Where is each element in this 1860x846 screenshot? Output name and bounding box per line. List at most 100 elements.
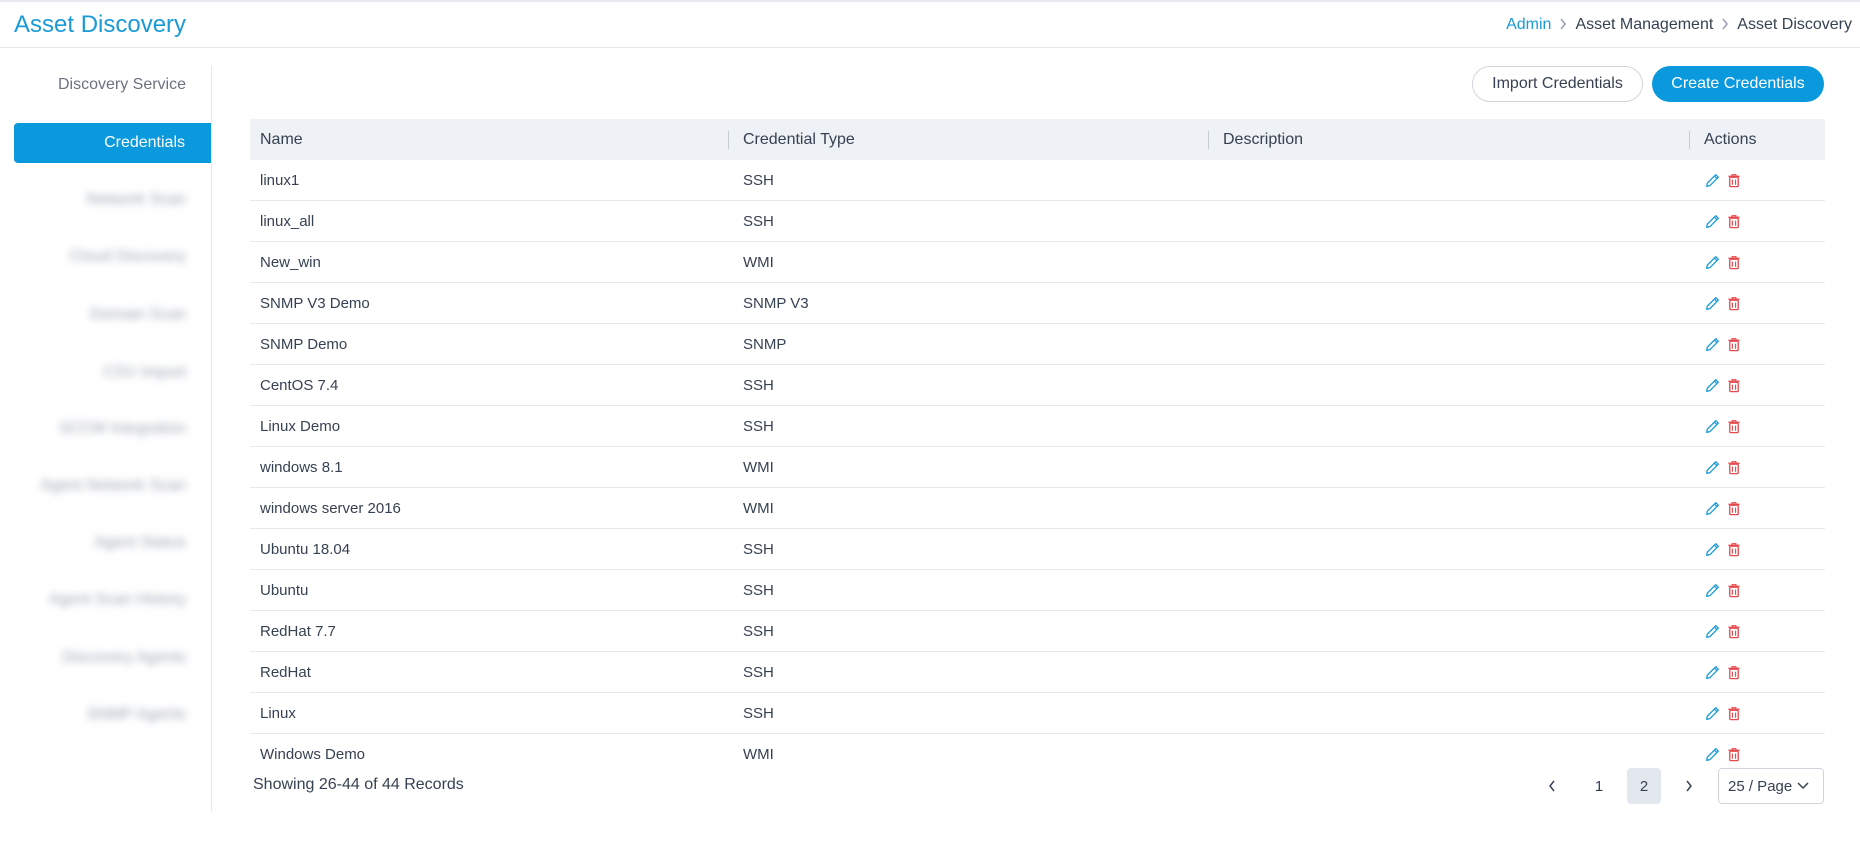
page-title: Asset Discovery	[14, 11, 187, 38]
cell-actions	[1690, 663, 1825, 681]
cell-name[interactable]: SNMP V3 Demo	[250, 295, 729, 312]
table-row: SNMP V3 Demo SNMP V3	[250, 283, 1825, 324]
edit-pencil-icon[interactable]	[1704, 417, 1720, 435]
table-row: linux1 SSH	[250, 160, 1825, 201]
cell-credential-type: WMI	[743, 499, 774, 517]
sidebar-item-6[interactable]: Agent Network Scan	[40, 477, 186, 495]
sidebar-item-5[interactable]: SCCM Integration	[59, 420, 186, 438]
edit-pencil-icon[interactable]	[1704, 212, 1720, 230]
credentials-table: Name Credential Type Description Actions…	[250, 119, 1825, 767]
cell-name[interactable]: RedHat	[250, 664, 729, 681]
cell-actions	[1690, 622, 1825, 640]
edit-pencil-icon[interactable]	[1704, 581, 1720, 599]
column-header-credential-type[interactable]: Credential Type	[729, 119, 1209, 160]
cell-name[interactable]: Linux Demo	[250, 418, 729, 435]
cell-name[interactable]: RedHat 7.7	[250, 623, 729, 640]
cell-name[interactable]: Ubuntu 18.04	[250, 541, 729, 558]
records-count: Showing 26-44 of 44 Records	[253, 776, 464, 793]
sidebar-item-2[interactable]: Cloud Discovery	[70, 248, 186, 266]
cell-actions	[1690, 212, 1825, 230]
import-credentials-button[interactable]: Import Credentials	[1472, 66, 1643, 102]
cell-credential-type: SSH	[743, 581, 774, 599]
column-header-actions: Actions	[1704, 131, 1757, 148]
cell-actions	[1690, 376, 1825, 394]
edit-pencil-icon[interactable]	[1704, 294, 1720, 312]
delete-trash-icon[interactable]	[1726, 581, 1742, 599]
sidebar-item-4[interactable]: CSV Import	[103, 364, 186, 382]
edit-pencil-icon[interactable]	[1704, 335, 1720, 353]
edit-pencil-icon[interactable]	[1704, 663, 1720, 681]
delete-trash-icon[interactable]	[1726, 171, 1742, 189]
next-page-button[interactable]	[1673, 768, 1705, 804]
table-row: Ubuntu SSH	[250, 570, 1825, 611]
cell-name[interactable]: windows 8.1	[250, 459, 729, 476]
sidebar-item-credentials[interactable]: Credentials	[14, 123, 211, 163]
delete-trash-icon[interactable]	[1726, 212, 1742, 230]
edit-pencil-icon[interactable]	[1704, 499, 1720, 517]
delete-trash-icon[interactable]	[1726, 458, 1742, 476]
delete-trash-icon[interactable]	[1726, 376, 1742, 394]
table-row: Ubuntu 18.04 SSH	[250, 529, 1825, 570]
edit-pencil-icon[interactable]	[1704, 745, 1720, 763]
page-size-value: 25 / Page	[1728, 777, 1793, 795]
delete-trash-icon[interactable]	[1726, 704, 1742, 722]
breadcrumb-asset-management[interactable]: Asset Management	[1575, 16, 1713, 34]
previous-page-button[interactable]	[1536, 768, 1568, 804]
sidebar-item-9[interactable]: Discovery Agents	[62, 649, 186, 667]
breadcrumb: Admin Asset Management Asset Discovery	[1506, 16, 1852, 34]
delete-trash-icon[interactable]	[1726, 499, 1742, 517]
cell-name[interactable]: Ubuntu	[250, 582, 729, 599]
edit-pencil-icon[interactable]	[1704, 704, 1720, 722]
table-row: New_win WMI	[250, 242, 1825, 283]
cell-name[interactable]: Linux	[250, 705, 729, 722]
chevron-right-icon	[1551, 17, 1575, 33]
delete-trash-icon[interactable]	[1726, 294, 1742, 312]
delete-trash-icon[interactable]	[1726, 335, 1742, 353]
page-1-button[interactable]: 1	[1582, 768, 1616, 804]
sidebar-item-7[interactable]: Agent Status	[94, 534, 186, 552]
breadcrumb-asset-discovery: Asset Discovery	[1737, 16, 1852, 33]
breadcrumb-admin[interactable]: Admin	[1506, 16, 1551, 34]
cell-name[interactable]: linux_all	[250, 213, 729, 230]
cell-name[interactable]: CentOS 7.4	[250, 377, 729, 394]
table-row: windows server 2016 WMI	[250, 488, 1825, 529]
page-2-button[interactable]: 2	[1627, 768, 1661, 804]
create-credentials-button[interactable]: Create Credentials	[1652, 66, 1824, 102]
cell-name[interactable]: windows server 2016	[250, 500, 729, 517]
edit-pencil-icon[interactable]	[1704, 458, 1720, 476]
cell-name[interactable]: linux1	[250, 172, 729, 189]
table-row: Windows Demo WMI	[250, 734, 1825, 767]
delete-trash-icon[interactable]	[1726, 622, 1742, 640]
cell-actions	[1690, 253, 1825, 271]
sidebar-item-3[interactable]: Domain Scan	[90, 306, 186, 324]
page-size-select[interactable]: 25 / Page	[1718, 768, 1824, 804]
edit-pencil-icon[interactable]	[1704, 376, 1720, 394]
cell-actions	[1690, 335, 1825, 353]
table-body: linux1 SSH linux_all SSH New_win WMI SNMP V3 D…	[250, 160, 1825, 767]
delete-trash-icon[interactable]	[1726, 663, 1742, 681]
edit-pencil-icon[interactable]	[1704, 171, 1720, 189]
edit-pencil-icon[interactable]	[1704, 622, 1720, 640]
sidebar-section-discovery-service: Discovery Service	[57, 76, 186, 93]
delete-trash-icon[interactable]	[1726, 417, 1742, 435]
cell-actions	[1690, 745, 1825, 763]
cell-actions	[1690, 171, 1825, 189]
delete-trash-icon[interactable]	[1726, 540, 1742, 558]
chevron-right-icon	[1713, 17, 1737, 33]
column-header-description[interactable]: Description	[1209, 119, 1690, 160]
edit-pencil-icon[interactable]	[1704, 253, 1720, 271]
delete-trash-icon[interactable]	[1726, 253, 1742, 271]
chevron-right-icon	[1686, 780, 1692, 792]
cell-name[interactable]: SNMP Demo	[250, 336, 729, 353]
sidebar-item-8[interactable]: Agent Scan History	[49, 591, 186, 609]
delete-trash-icon[interactable]	[1726, 745, 1742, 763]
edit-pencil-icon[interactable]	[1704, 540, 1720, 558]
cell-name[interactable]: New_win	[250, 254, 729, 271]
cell-name[interactable]: Windows Demo	[250, 746, 729, 763]
sidebar-item-10[interactable]: SNMP Agents	[87, 706, 186, 724]
table-row: windows 8.1 WMI	[250, 447, 1825, 488]
sidebar-item-1[interactable]: Network Scan	[86, 191, 186, 209]
cell-credential-type: WMI	[743, 253, 774, 271]
column-header-name[interactable]: Name	[250, 119, 729, 160]
cell-credential-type: SSH	[743, 622, 774, 640]
